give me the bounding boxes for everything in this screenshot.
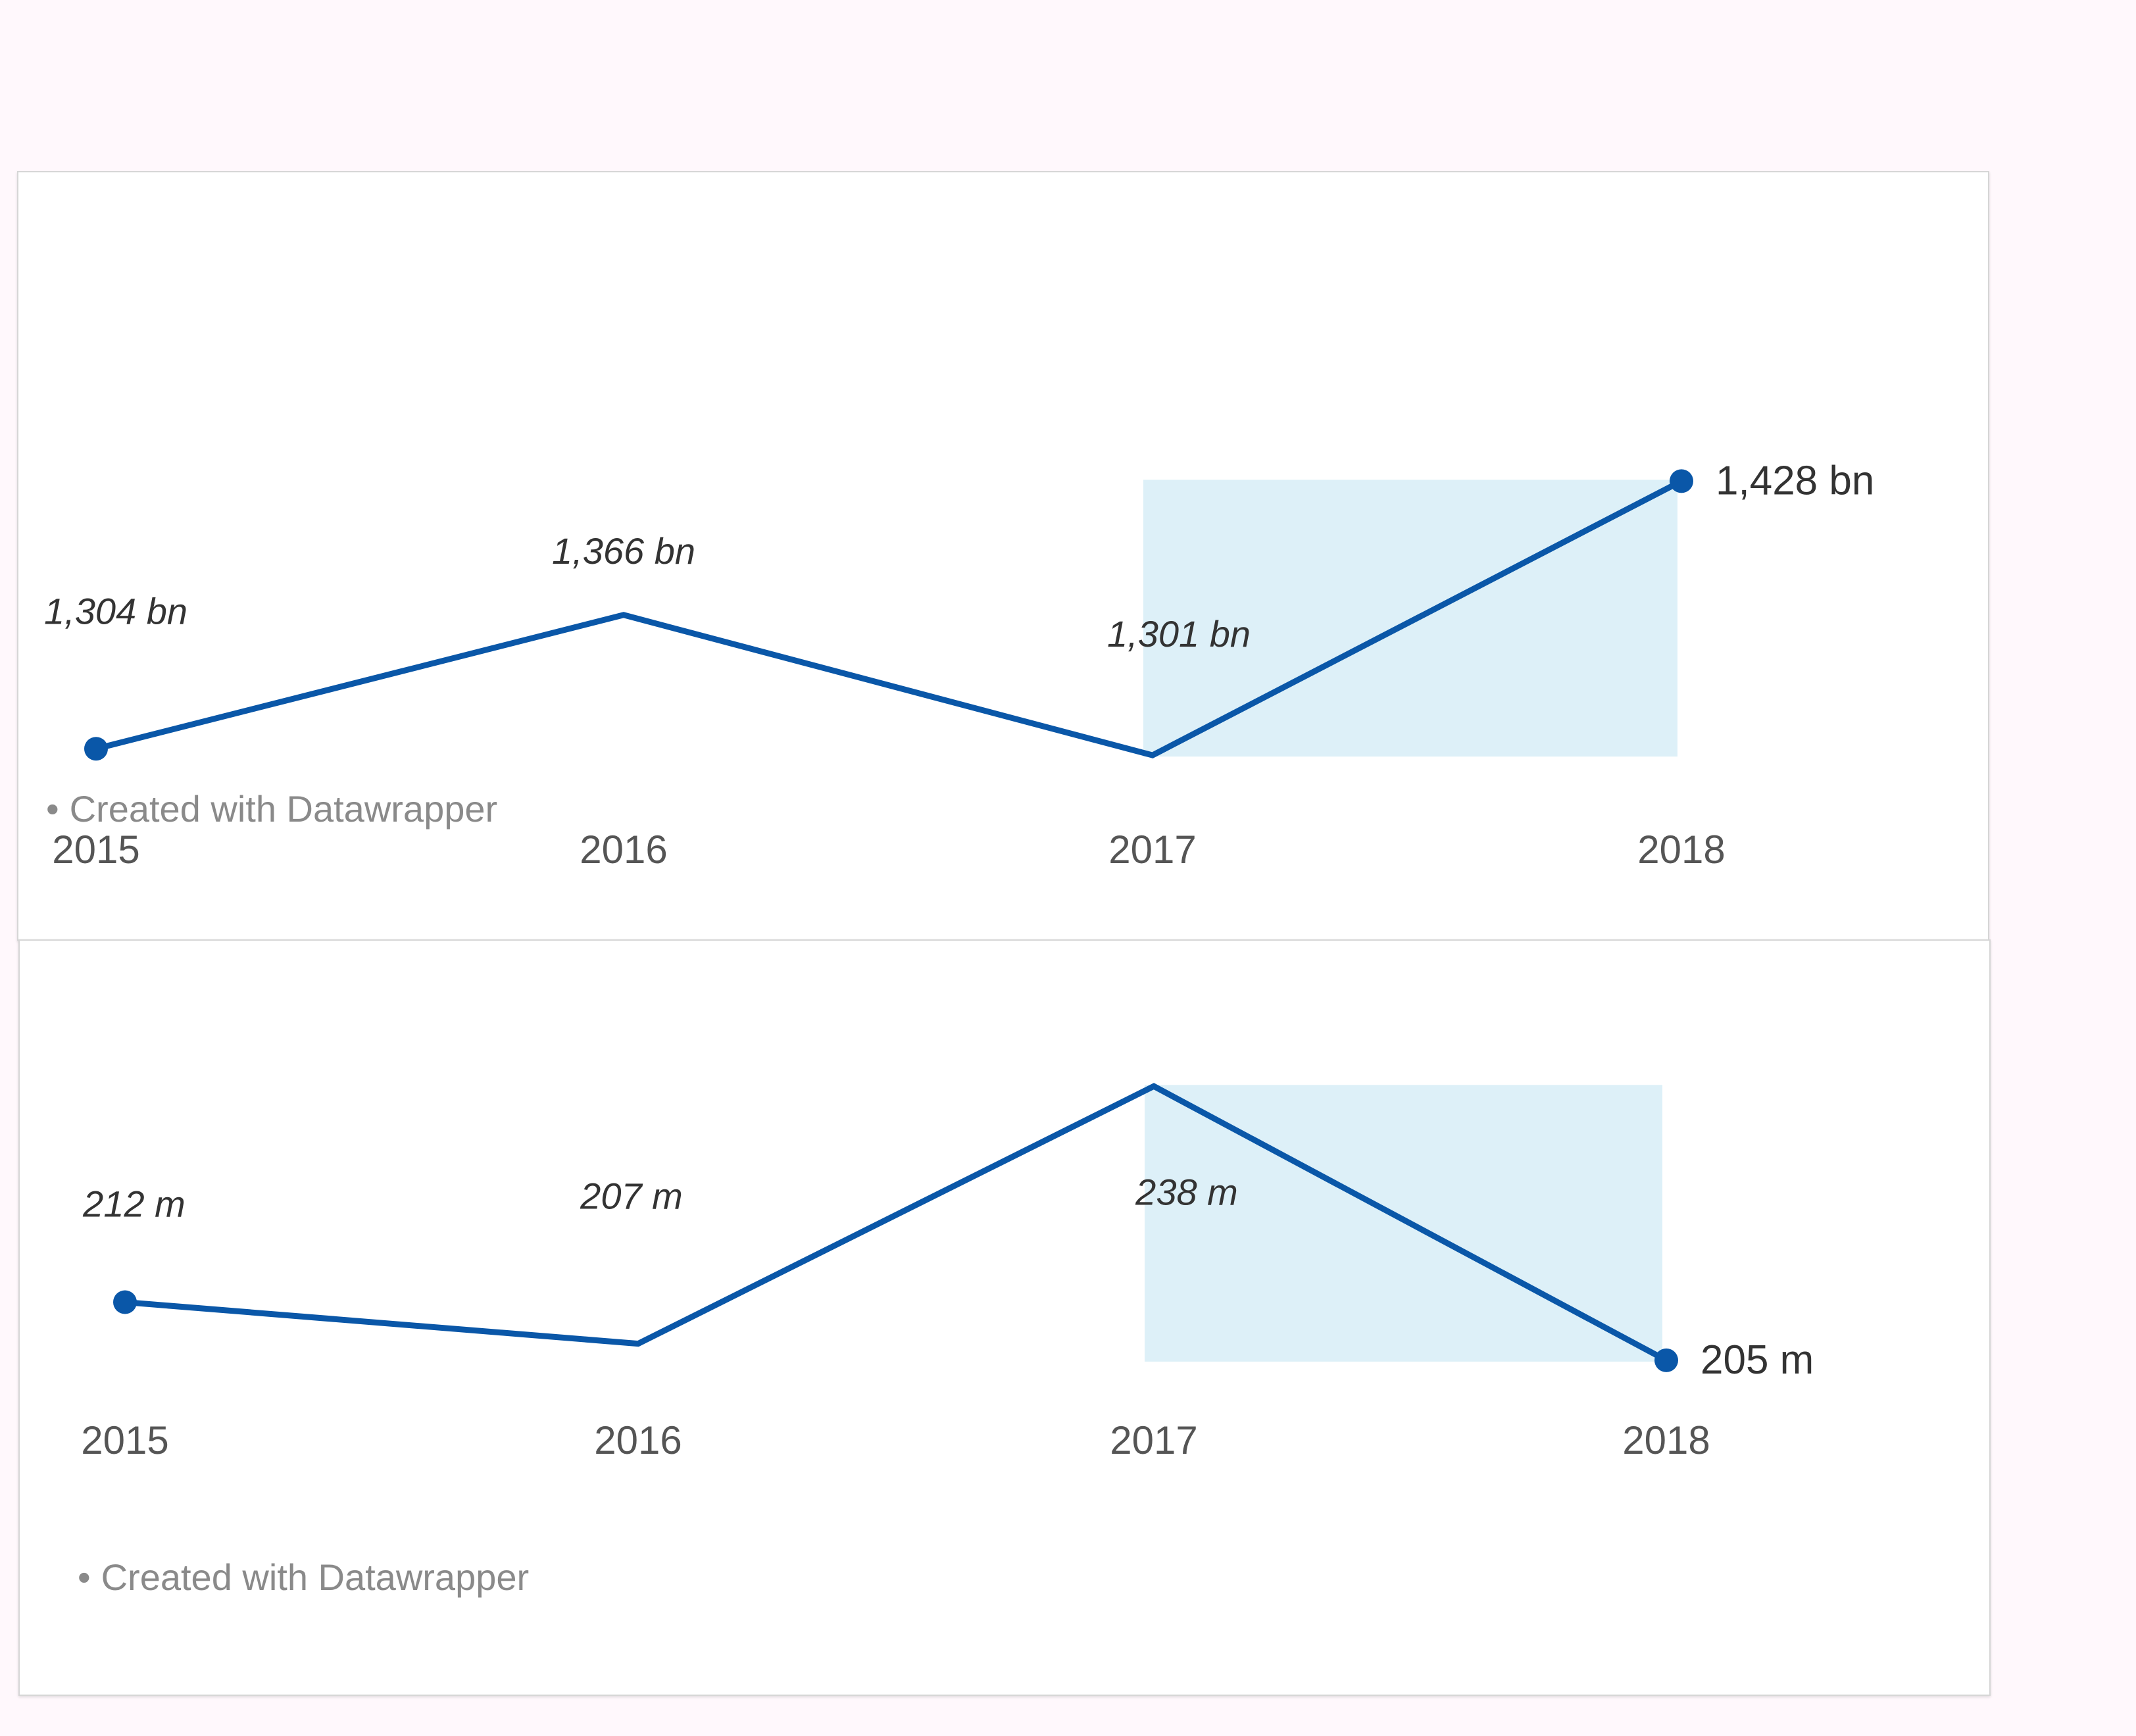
- x-tick-label: 2015: [81, 1418, 168, 1462]
- credit-text: Created with Datawrapper: [101, 1556, 530, 1598]
- value-label: 1,304 bn: [44, 590, 187, 632]
- x-tick-label: 2017: [1110, 1418, 1197, 1462]
- bullet-icon: •: [78, 1556, 91, 1598]
- x-tick-label: 2016: [594, 1418, 682, 1462]
- x-tick-label: 2018: [1622, 1418, 1710, 1462]
- start-point-marker[interactable]: [113, 1290, 137, 1314]
- chart-panel-2: 2015 2016 2017 2018 212 m 207 m 238 m 205 m • Cr…: [18, 939, 1991, 1696]
- value-label: 207 m: [580, 1176, 683, 1217]
- end-point-marker[interactable]: [1670, 469, 1693, 493]
- value-label: 238 m: [1135, 1171, 1238, 1212]
- start-point-marker[interactable]: [84, 737, 108, 761]
- value-label: 1,301 bn: [1107, 613, 1251, 655]
- x-tick-label: 2015: [52, 828, 139, 872]
- highlight-range: [1145, 1085, 1662, 1362]
- x-tick-label: 2016: [580, 828, 667, 872]
- end-point-marker[interactable]: [1654, 1348, 1678, 1372]
- datawrapper-credit[interactable]: • Created with Datawrapper: [78, 1556, 529, 1599]
- datawrapper-credit[interactable]: • Created with Datawrapper: [46, 787, 497, 830]
- bullet-icon: •: [46, 788, 59, 830]
- value-label: 205 m: [1701, 1337, 1814, 1383]
- value-label: 212 m: [82, 1183, 186, 1225]
- x-tick-label: 2017: [1108, 828, 1196, 872]
- x-tick-label: 2018: [1637, 828, 1725, 872]
- value-label: 1,366 bn: [552, 530, 695, 572]
- chart-panel-1: 2015 2016 2017 2018 1,304 bn 1,366 bn 1,301 bn…: [17, 171, 1989, 941]
- value-label: 1,428 bn: [1716, 458, 1874, 503]
- credit-text: Created with Datawrapper: [69, 788, 498, 830]
